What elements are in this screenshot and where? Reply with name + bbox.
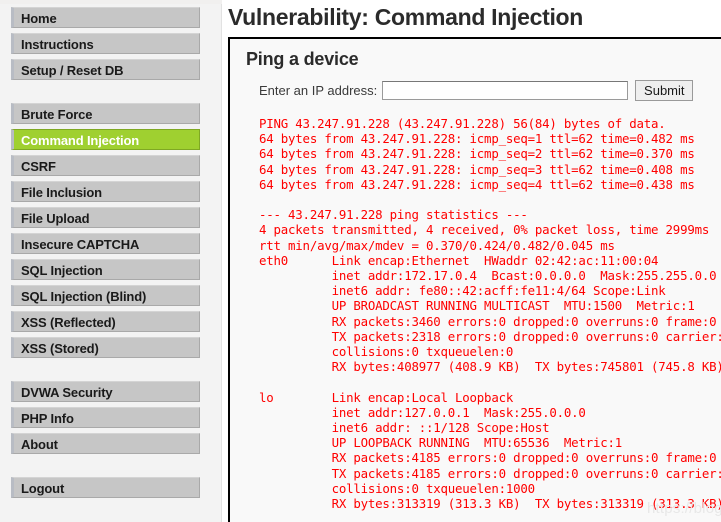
nav-group-settings: DVWA Security PHP Info About — [0, 381, 221, 454]
nav-group-session: Logout — [0, 477, 221, 498]
sidebar-item-xss-reflected[interactable]: XSS (Reflected) — [11, 311, 200, 332]
submit-button[interactable]: Submit — [635, 80, 694, 101]
section-title: Ping a device — [246, 49, 359, 69]
sidebar-item-home[interactable]: Home — [11, 7, 200, 28]
ping-output-terminal: PING 43.247.91.228 (43.247.91.228) 56(84… — [259, 116, 721, 512]
sidebar-item-setup-reset-db[interactable]: Setup / Reset DB — [11, 59, 200, 80]
sidebar-item-insecure-captcha[interactable]: Insecure CAPTCHA — [11, 233, 200, 254]
sidebar-item-about[interactable]: About — [11, 433, 200, 454]
sidebar-item-file-upload[interactable]: File Upload — [11, 207, 200, 228]
sidebar-item-instructions[interactable]: Instructions — [11, 33, 200, 54]
main-content: Vulnerability: Command Injection Ping a … — [222, 0, 721, 522]
sidebar-item-sql-injection-blind[interactable]: SQL Injection (Blind) — [11, 285, 200, 306]
sidebar-item-csrf[interactable]: CSRF — [11, 155, 200, 176]
sidebar-item-xss-stored[interactable]: XSS (Stored) — [11, 337, 200, 358]
ping-form: Enter an IP address: Submit — [246, 80, 721, 101]
sidebar-item-logout[interactable]: Logout — [11, 477, 200, 498]
ip-address-label: Enter an IP address: — [259, 83, 378, 98]
sidebar-item-php-info[interactable]: PHP Info — [11, 407, 200, 428]
sidebar-item-sql-injection[interactable]: SQL Injection — [11, 259, 200, 280]
sidebar: Home Instructions Setup / Reset DB Brute… — [0, 0, 222, 522]
nav-separator-2 — [0, 363, 221, 381]
page-title: Vulnerability: Command Injection — [228, 4, 584, 30]
nav-group-vulnerabilities: Brute Force Command Injection CSRF File … — [0, 103, 221, 358]
sidebar-item-command-injection[interactable]: Command Injection — [11, 129, 200, 150]
nav-separator-3 — [0, 459, 221, 477]
vulnerability-panel: Ping a device Enter an IP address: Submi… — [228, 37, 721, 522]
nav-separator-1 — [0, 85, 221, 103]
ip-address-input[interactable] — [382, 81, 629, 100]
sidebar-top-strip — [0, 0, 222, 4]
sidebar-item-brute-force[interactable]: Brute Force — [11, 103, 200, 124]
sidebar-item-dvwa-security[interactable]: DVWA Security — [11, 381, 200, 402]
sidebar-item-file-inclusion[interactable]: File Inclusion — [11, 181, 200, 202]
nav-group-primary: Home Instructions Setup / Reset DB — [0, 7, 221, 80]
dvwa-page: Home Instructions Setup / Reset DB Brute… — [0, 0, 721, 522]
